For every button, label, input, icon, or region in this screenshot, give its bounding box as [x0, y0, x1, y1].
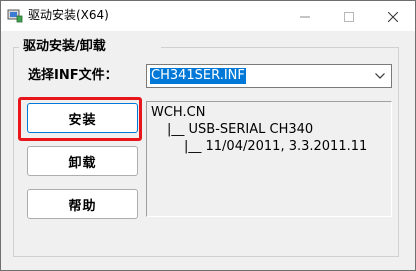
title-bar[interactable]: 驱动安装(X64): [1, 1, 415, 31]
driver-install-window: 驱动安装(X64) 驱动安装/卸载 选择INF文件： CH341SER.INF …: [0, 0, 416, 271]
info-vendor: WCH.CN: [151, 105, 206, 120]
window-title: 驱动安装(X64): [28, 8, 109, 22]
help-button[interactable]: 帮助: [27, 189, 138, 219]
usb-driver-icon: [7, 7, 23, 23]
info-version: |__ 11/04/2011, 3.3.2011.11: [184, 139, 368, 154]
minimize-icon: [300, 7, 310, 26]
maximize-icon: [344, 7, 354, 26]
close-button[interactable]: [371, 1, 415, 31]
maximize-button[interactable]: [327, 1, 371, 31]
inf-file-label: 选择INF文件：: [28, 68, 118, 83]
install-highlight-box: [18, 97, 142, 141]
close-icon: [387, 7, 399, 26]
driver-info-panel: WCH.CN |__ USB-SERIAL CH340 |__ 11/04/20…: [146, 101, 392, 217]
inf-file-select[interactable]: CH341SER.INF: [146, 64, 392, 88]
uninstall-button[interactable]: 卸载: [27, 146, 138, 176]
inf-file-value: CH341SER.INF: [150, 68, 246, 84]
chevron-down-icon[interactable]: [371, 67, 389, 85]
minimize-button[interactable]: [283, 1, 327, 31]
info-device: |__ USB-SERIAL CH340: [167, 122, 314, 137]
group-label: 驱动安装/卸载: [23, 39, 106, 54]
